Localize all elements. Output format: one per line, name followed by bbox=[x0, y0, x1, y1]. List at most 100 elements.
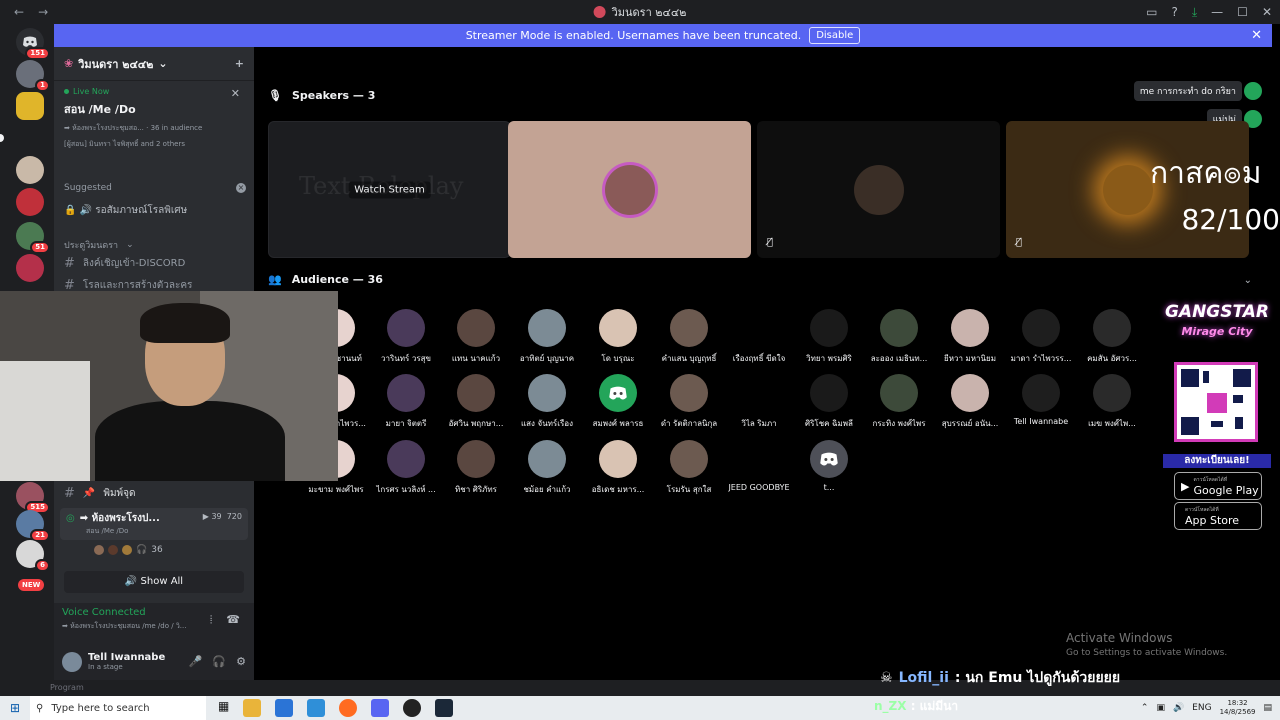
server-icon-2[interactable] bbox=[16, 92, 44, 120]
notifications-icon[interactable]: ▤ bbox=[1263, 703, 1272, 713]
chat-overlay-2: n_ZX : แม่มีนา bbox=[874, 697, 958, 716]
voice-controls: ⦙ ☎ bbox=[210, 613, 240, 627]
audience-member[interactable]: แทน นาคแก้ว bbox=[441, 309, 511, 365]
audience-member[interactable]: JEED GOODBYE bbox=[724, 440, 794, 492]
channel-item[interactable]: # ลิงค์เชิญเข้า-DISCORD bbox=[64, 256, 246, 271]
file-explorer-icon[interactable] bbox=[243, 699, 262, 717]
audience-member[interactable]: ทิชา ศิริภัทร bbox=[441, 440, 511, 496]
home-button[interactable]: 151 bbox=[16, 28, 50, 60]
audience-member[interactable]: สมพงศ์ พลารธ bbox=[583, 374, 653, 430]
audience-member[interactable]: ดำ รัตติกาลนิกุล bbox=[654, 374, 724, 430]
audience-member[interactable]: วิทยา พรมศิริ bbox=[794, 309, 864, 365]
minimize-button[interactable]: — bbox=[1211, 5, 1223, 19]
audience-member[interactable]: ละออง เมธินท... bbox=[864, 309, 934, 365]
close-icon[interactable]: ✕ bbox=[1251, 28, 1262, 43]
audience-member[interactable]: ยีหวา มหานิยม bbox=[935, 309, 1005, 365]
server-icon-8[interactable]: 21 bbox=[16, 510, 50, 542]
guild-header[interactable]: ❀ วิมนดรา ๒๔๔๒ ⌄ + bbox=[54, 47, 254, 81]
discord-taskbar-icon[interactable] bbox=[371, 699, 390, 717]
download-icon[interactable]: ⤓ bbox=[1192, 5, 1197, 20]
close-window-button[interactable]: ✕ bbox=[1262, 5, 1272, 19]
audience-member[interactable]: มายา จิตตรี bbox=[371, 374, 441, 430]
audience-member[interactable]: คำแสน บุญฤทธิ์ bbox=[654, 309, 724, 365]
live-dot-icon bbox=[64, 89, 69, 94]
server-icon-1[interactable]: 1 bbox=[16, 60, 50, 92]
audience-member[interactable]: เรืองฤทธิ์ ขีดใจ bbox=[724, 309, 794, 365]
audience-label: Audience — 36 bbox=[291, 273, 383, 286]
suggested-channel[interactable]: 🔒 🔊 รอสัมภาษณ์โรลพิเศษ bbox=[64, 203, 246, 218]
speaker-tile[interactable] bbox=[508, 121, 751, 258]
stage-channel-item[interactable]: ◎ ➡ ห้องพระโรงป... สอน /Me /Do ▶ 39 720 bbox=[60, 508, 248, 540]
mention-badge: 151 bbox=[25, 47, 50, 60]
clock-time: 18:32 bbox=[1227, 699, 1248, 707]
server-icon-6[interactable] bbox=[16, 254, 44, 282]
volume-icon[interactable]: 🔊 bbox=[1173, 703, 1184, 713]
audience-member[interactable]: แสง จันทร์เรือง bbox=[512, 374, 582, 430]
mail-icon[interactable] bbox=[307, 699, 326, 717]
audience-member[interactable]: อาทิตย์ บุญนาค bbox=[512, 309, 582, 365]
audience-member[interactable]: วารินทร์ วรสุข bbox=[371, 309, 441, 365]
avatar[interactable] bbox=[62, 651, 82, 672]
live-channel: ➡ ห้องพระโรงประชุมสอ... · 36 in audience bbox=[64, 124, 203, 132]
obs-icon[interactable] bbox=[403, 699, 422, 717]
audience-member[interactable]: ศิริโชค ฉิมพลี bbox=[794, 374, 864, 430]
steam-icon[interactable] bbox=[435, 699, 454, 717]
clock[interactable]: 18:32 14/8/2569 bbox=[1220, 699, 1256, 717]
audience-member[interactable]: ไกรศร นวลิงห์ ... bbox=[371, 440, 441, 496]
speaker-tile[interactable]: 🎙̸ bbox=[757, 121, 1000, 258]
audience-member[interactable]: t... bbox=[794, 440, 864, 492]
back-arrow-icon[interactable]: ← bbox=[14, 5, 24, 19]
avatar bbox=[951, 374, 989, 412]
avatar bbox=[457, 374, 495, 412]
audience-name: อัศวิน พฤกษา... bbox=[448, 419, 504, 428]
audience-member[interactable]: วิไล ริมภา bbox=[724, 374, 794, 430]
server-icon-7[interactable]: 515 bbox=[16, 482, 50, 514]
server-icon-4[interactable] bbox=[16, 188, 44, 216]
network-icon[interactable]: ▣ bbox=[1156, 703, 1165, 713]
new-servers-pill[interactable]: NEW bbox=[18, 579, 45, 591]
chevron-down-icon[interactable]: ⌄ bbox=[1244, 275, 1252, 286]
settings-gear-icon[interactable]: ⚙ bbox=[236, 655, 246, 668]
disconnect-icon[interactable]: ☎ bbox=[226, 613, 240, 627]
audience-member[interactable]: กระทิง พงศ์ไพร bbox=[864, 374, 934, 430]
help-icon[interactable]: ? bbox=[1171, 5, 1177, 19]
mic-muted-icon[interactable]: 🎤 bbox=[189, 655, 203, 668]
audience-member[interactable]: สุบรรณย์ อนัน... bbox=[935, 374, 1005, 430]
live-now-card[interactable]: Live Now สอน /Me /Do ➡ ห้องพระโรงประชุมส… bbox=[60, 83, 248, 149]
category-header[interactable]: ประตูวิมนดรา ⌄ bbox=[64, 238, 246, 252]
audience-member[interactable]: โด บรุณะ bbox=[583, 309, 653, 365]
add-member-icon[interactable]: + bbox=[235, 57, 244, 70]
server-icon-9[interactable]: 6 bbox=[16, 540, 50, 572]
audience-member[interactable]: ชม้อย คำแก้ว bbox=[512, 440, 582, 496]
audience-member[interactable]: อธิเดช มหาร... bbox=[583, 440, 653, 496]
game-subtitle: Mirage City bbox=[1181, 325, 1253, 338]
task-view-icon[interactable]: ▦ bbox=[218, 699, 229, 717]
audience-member[interactable]: Tell Iwannabe bbox=[1006, 374, 1076, 426]
dismiss-icon[interactable]: × bbox=[236, 183, 246, 193]
headphones-icon[interactable]: 🎧 bbox=[212, 655, 226, 668]
server-icon-5[interactable]: 51 bbox=[16, 222, 50, 254]
noise-suppression-icon[interactable]: ⦙ bbox=[210, 613, 212, 627]
close-icon[interactable]: ✕ bbox=[231, 87, 240, 100]
forward-arrow-icon[interactable]: → bbox=[38, 5, 48, 19]
channel-item[interactable]: # 📌 พิมพ์จุด bbox=[64, 486, 246, 501]
audience-member[interactable]: โรมรัน สุกใส bbox=[654, 440, 724, 496]
tray-chevron-icon[interactable]: ⌃ bbox=[1141, 703, 1149, 713]
firefox-icon[interactable] bbox=[339, 699, 358, 717]
audience-member[interactable]: มาดา รำไพวรร... bbox=[1006, 309, 1076, 365]
store-icon[interactable] bbox=[275, 699, 294, 717]
watch-stream-button[interactable]: Watch Stream bbox=[348, 181, 431, 198]
disable-button[interactable]: Disable bbox=[809, 27, 861, 44]
taskbar-search[interactable]: ⚲ Type here to search bbox=[30, 696, 206, 720]
audience-member[interactable]: คมสัน อัศวร... bbox=[1077, 309, 1147, 365]
audience-member[interactable]: อัศวิน พฤกษา... bbox=[441, 374, 511, 430]
windows-start-icon[interactable]: ⊞ bbox=[0, 701, 30, 715]
show-all-button[interactable]: 🔊 Show All bbox=[64, 571, 244, 593]
audience-member[interactable]: เมฆ พงศ์ไพ... bbox=[1077, 374, 1147, 430]
language-indicator[interactable]: ENG bbox=[1192, 703, 1211, 713]
voice-connected-panel: Voice Connected ➡ ห้องพระโรงประชุมสอน /m… bbox=[54, 603, 254, 643]
maximize-button[interactable]: ☐ bbox=[1237, 5, 1248, 19]
inbox-icon[interactable]: ▭ bbox=[1146, 5, 1157, 19]
stream-tile[interactable]: Text Roleplay Watch Stream bbox=[268, 121, 511, 258]
server-icon-3[interactable] bbox=[16, 156, 44, 184]
